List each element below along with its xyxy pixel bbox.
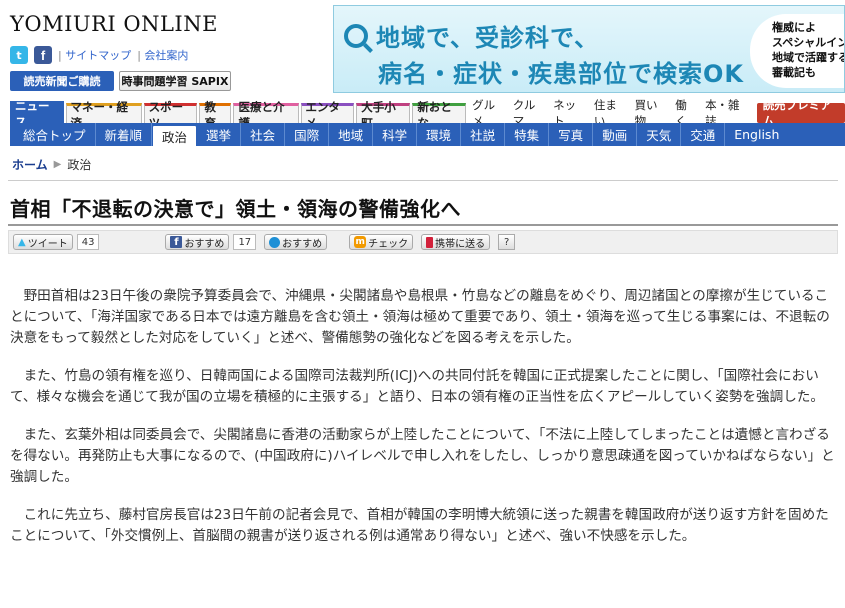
help-icon[interactable]: ?	[498, 234, 516, 250]
section-politics[interactable]: 政治	[152, 125, 198, 146]
article-paragraph: また、玄葉外相は同委員会で、尖閣諸島に香港の活動家らが上陸したことについて、「不…	[10, 427, 835, 485]
mobile-label: 携帯に送る	[435, 238, 486, 250]
premium-button[interactable]: 読売プレミアム	[756, 98, 845, 128]
fb-count: 17	[233, 234, 257, 250]
genre-nav: ニュース マネー・経済 スポーツ 教育 医療と介護 エンタメ 大手小町 新おとな…	[10, 98, 845, 130]
header-social-links: t f サイトマップ 会社案内	[10, 46, 188, 64]
headline-underline	[8, 224, 838, 226]
hatena-recommend-button[interactable]: おすすめ	[264, 234, 328, 250]
genre-tab-money[interactable]: マネー・経済	[65, 100, 142, 130]
tweet-count: 43	[76, 234, 100, 250]
genre-tab-otona[interactable]: 新おとな	[412, 100, 467, 130]
section-science[interactable]: 科学	[373, 123, 418, 146]
ad-line-2: 病名・症状・疾患部位で検索OK	[378, 60, 744, 88]
section-nav: 総合トップ 新着順 政治 選挙 社会 国際 地域 科学 環境 社説 特集 写真 …	[10, 123, 845, 146]
tweet-label: ツイート	[27, 238, 68, 250]
section-latest[interactable]: 新着順	[96, 123, 153, 146]
section-video[interactable]: 動画	[593, 123, 638, 146]
section-society[interactable]: 社会	[241, 123, 286, 146]
section-editorial[interactable]: 社説	[461, 123, 506, 146]
ad-side-line: スペシャルインタ	[772, 36, 844, 49]
mixi-check-button[interactable]: m チェック	[349, 234, 414, 250]
company-link[interactable]: 会社案内	[137, 47, 188, 63]
facebook-recommend-button[interactable]: f おすすめ	[165, 234, 230, 250]
article-headline: 首相「不退転の決意で」領土・領海の警備強化へ	[10, 197, 461, 221]
genre-tab-news[interactable]: ニュース	[10, 99, 64, 129]
genre-links: グルメ クルマ ネット 住まい 買い物 働く 本・雑誌	[468, 98, 753, 128]
section-top[interactable]: 総合トップ	[14, 123, 96, 146]
fb-label: おすすめ	[184, 238, 225, 250]
section-local[interactable]: 地域	[329, 123, 374, 146]
chevron-right-icon: ▶	[53, 159, 62, 170]
search-icon	[344, 23, 368, 48]
genre-tab-education[interactable]: 教育	[199, 100, 232, 130]
ad-side-text: 権威によ スペシャルインタ 地域で活躍する 審載記も	[750, 14, 845, 88]
article-paragraph: また、竹島の領有権を巡り、日韓両国による国際司法裁判所(ICJ)への共同付託を韓…	[10, 368, 824, 405]
ad-side-line: 審載記も	[772, 66, 816, 79]
genre-tab-komachi[interactable]: 大手小町	[356, 100, 411, 130]
ad-side-line: 権威によ	[772, 21, 816, 34]
twitter-bird-icon: ▲	[18, 236, 26, 248]
site-logo[interactable]: YOMIURI ONLINE	[10, 12, 218, 36]
twitter-icon[interactable]: t	[10, 46, 28, 64]
ad-side-line: 地域で活躍する	[772, 51, 845, 64]
hatena-label: おすすめ	[282, 238, 323, 250]
section-environment[interactable]: 環境	[417, 123, 462, 146]
ad-line-1-text: 地域で、受診科で、	[376, 24, 600, 52]
section-photo[interactable]: 写真	[549, 123, 594, 146]
section-english[interactable]: English	[725, 123, 788, 146]
sitemap-link[interactable]: サイトマップ	[58, 47, 131, 63]
section-feature[interactable]: 特集	[505, 123, 550, 146]
article-paragraph: これに先立ち、藤村官房長官は23日午前の記者会見で、首相が韓国の李明博大統領に送…	[10, 507, 829, 544]
genre-tab-entertainment[interactable]: エンタメ	[300, 100, 355, 130]
facebook-icon[interactable]: f	[34, 46, 52, 64]
genre-tab-sports[interactable]: スポーツ	[143, 100, 198, 130]
section-traffic[interactable]: 交通	[681, 123, 726, 146]
ad-line-1: 地域で、受診科で、	[344, 18, 599, 53]
section-election[interactable]: 選挙	[197, 123, 242, 146]
section-world[interactable]: 国際	[285, 123, 330, 146]
subscribe-button[interactable]: 読売新聞ご購読	[10, 71, 114, 91]
tweet-button[interactable]: ▲ ツイート	[13, 234, 73, 250]
sapix-button[interactable]: 時事問題学習 SAPIX	[119, 71, 231, 91]
mobile-phone-icon	[426, 236, 434, 248]
article-body: 野田首相は23日午後の衆院予算委員会で、沖縄県・尖閣諸島や島根県・竹島などの離島…	[10, 286, 836, 564]
send-to-mobile-button[interactable]: 携帯に送る	[421, 234, 491, 250]
ad-banner[interactable]: 地域で、受診科で、 病名・症状・疾患部位で検索OK 権威によ スペシャルインタ …	[333, 5, 845, 93]
hatena-icon	[269, 236, 281, 248]
divider	[8, 180, 838, 181]
mixi-label: チェック	[368, 238, 409, 250]
genre-tab-medical[interactable]: 医療と介護	[233, 100, 299, 130]
breadcrumb-home[interactable]: ホーム	[12, 156, 48, 173]
breadcrumb: ホーム ▶ 政治	[12, 156, 91, 173]
mixi-icon: m	[354, 236, 367, 248]
breadcrumb-current: 政治	[67, 158, 92, 172]
facebook-icon: f	[170, 236, 183, 248]
share-bar: ▲ ツイート 43 f おすすめ 17 おすすめ m チェック 携帯に送る ?	[8, 230, 838, 254]
article-paragraph: 野田首相は23日午後の衆院予算委員会で、沖縄県・尖閣諸島や島根県・竹島などの離島…	[10, 288, 830, 346]
section-weather[interactable]: 天気	[637, 123, 682, 146]
